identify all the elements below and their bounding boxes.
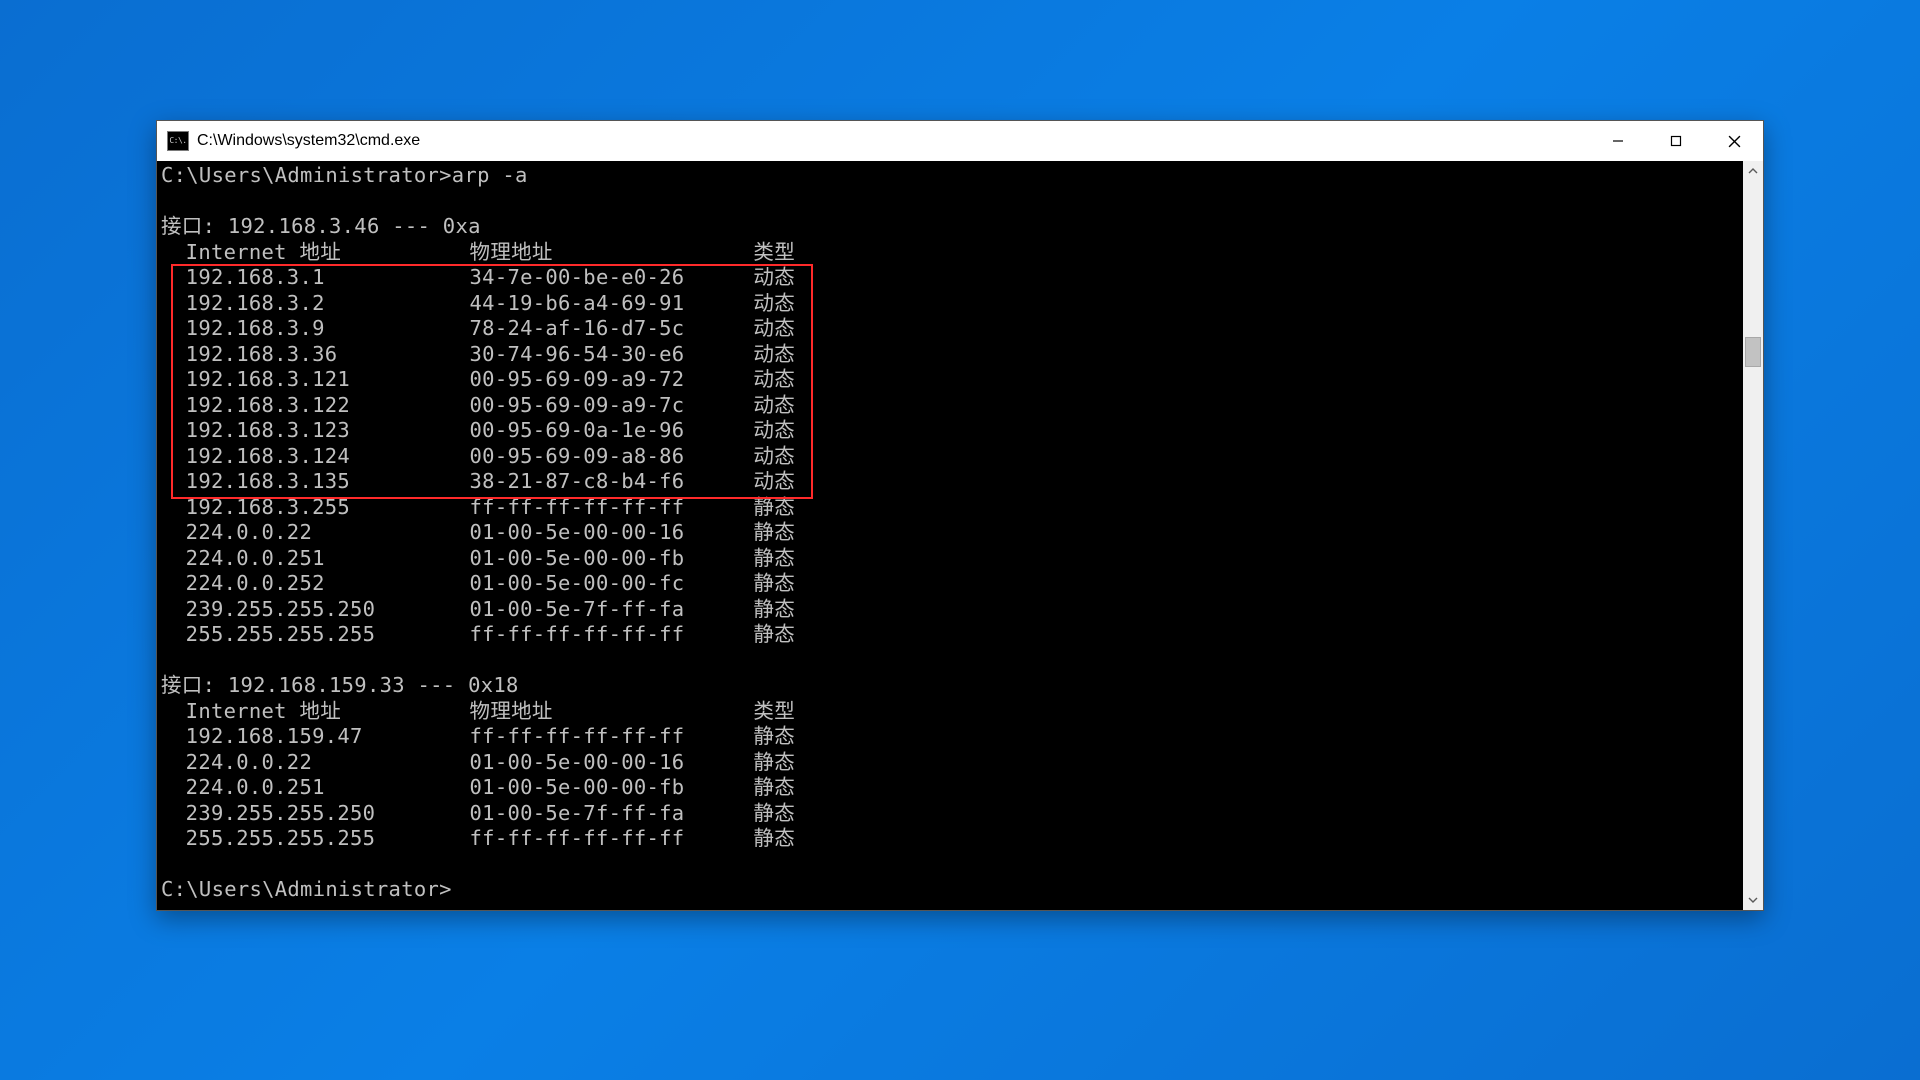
arp-mac: ff-ff-ff-ff-ff-ff (470, 495, 754, 521)
arp-mac: 00-95-69-09-a9-7c (470, 393, 754, 419)
arp-type: 动态 (753, 444, 795, 470)
close-button[interactable] (1705, 121, 1763, 161)
arp-mac: 00-95-69-09-a9-72 (470, 367, 754, 393)
arp-mac: 78-24-af-16-d7-5c (470, 316, 754, 342)
maximize-button[interactable] (1647, 121, 1705, 161)
arp-ip: 192.168.3.122 (186, 393, 470, 419)
cmd-icon-label: C:\. (169, 137, 186, 145)
arp-ip: 224.0.0.22 (186, 750, 470, 776)
window-title: C:\Windows\system32\cmd.exe (197, 132, 420, 150)
arp-type: 静态 (753, 826, 795, 852)
arp-mac: 00-95-69-0a-1e-96 (470, 418, 754, 444)
arp-type: 静态 (753, 546, 795, 572)
arp-type: 动态 (753, 265, 795, 291)
arp-type: 动态 (753, 342, 795, 368)
arp-mac: 01-00-5e-00-00-fc (470, 571, 754, 597)
arp-ip: 224.0.0.251 (186, 775, 470, 801)
arp-ip: 192.168.3.1 (186, 265, 470, 291)
scroll-thumb[interactable] (1745, 337, 1761, 367)
arp-ip: 192.168.3.2 (186, 291, 470, 317)
arp-mac: 01-00-5e-00-00-16 (470, 750, 754, 776)
scroll-up-button[interactable] (1743, 161, 1763, 181)
arp-ip: 239.255.255.250 (186, 597, 470, 623)
arp-ip: 224.0.0.251 (186, 546, 470, 572)
arp-type: 静态 (753, 622, 795, 648)
prompt: C:\Users\Administrator> (161, 877, 452, 901)
arp-mac: 00-95-69-09-a8-86 (470, 444, 754, 470)
arp-ip: 192.168.3.124 (186, 444, 470, 470)
minimize-icon (1612, 135, 1624, 147)
arp-mac: ff-ff-ff-ff-ff-ff (470, 724, 754, 750)
cmd-window: C:\. C:\Windows\system32\cmd.exe C:\User… (156, 120, 1764, 911)
arp-type: 静态 (753, 597, 795, 623)
arp-type: 动态 (753, 418, 795, 444)
scrollbar[interactable] (1743, 161, 1763, 910)
command-text: arp -a (452, 163, 528, 187)
arp-type: 静态 (753, 571, 795, 597)
arp-type: 动态 (753, 469, 795, 495)
minimize-button[interactable] (1589, 121, 1647, 161)
column-header-type: 类型 (753, 240, 795, 266)
interface-header: 接口: 192.168.159.33 --- 0x18 (161, 673, 519, 697)
arp-type: 静态 (753, 775, 795, 801)
arp-mac: 01-00-5e-00-00-fb (470, 775, 754, 801)
arp-ip: 255.255.255.255 (186, 826, 470, 852)
column-header-mac: 物理地址 (470, 699, 754, 725)
arp-ip: 192.168.159.47 (186, 724, 470, 750)
arp-ip: 192.168.3.121 (186, 367, 470, 393)
chevron-down-icon (1748, 895, 1758, 905)
arp-type: 动态 (753, 367, 795, 393)
column-header-mac: 物理地址 (470, 240, 754, 266)
arp-mac: 01-00-5e-7f-ff-fa (470, 597, 754, 623)
arp-mac: 01-00-5e-00-00-16 (470, 520, 754, 546)
arp-type: 静态 (753, 801, 795, 827)
terminal-output[interactable]: C:\Users\Administrator>arp -a 接口: 192.16… (157, 161, 1743, 910)
arp-ip: 255.255.255.255 (186, 622, 470, 648)
arp-type: 静态 (753, 750, 795, 776)
maximize-icon (1670, 135, 1682, 147)
arp-mac: 44-19-b6-a4-69-91 (470, 291, 754, 317)
arp-ip: 192.168.3.135 (186, 469, 470, 495)
arp-type: 静态 (753, 495, 795, 521)
arp-mac: 01-00-5e-00-00-fb (470, 546, 754, 572)
arp-mac: 34-7e-00-be-e0-26 (470, 265, 754, 291)
prompt: C:\Users\Administrator> (161, 163, 452, 187)
arp-ip: 192.168.3.123 (186, 418, 470, 444)
arp-ip: 192.168.3.255 (186, 495, 470, 521)
window-controls (1589, 121, 1763, 161)
arp-type: 静态 (753, 520, 795, 546)
arp-mac: ff-ff-ff-ff-ff-ff (470, 826, 754, 852)
arp-ip: 192.168.3.9 (186, 316, 470, 342)
arp-type: 静态 (753, 724, 795, 750)
scroll-track[interactable] (1743, 181, 1763, 890)
column-header-ip: Internet 地址 (186, 240, 470, 266)
chevron-up-icon (1748, 166, 1758, 176)
arp-ip: 224.0.0.22 (186, 520, 470, 546)
interface-header: 接口: 192.168.3.46 --- 0xa (161, 214, 481, 238)
terminal-area: C:\Users\Administrator>arp -a 接口: 192.16… (157, 161, 1763, 910)
arp-type: 动态 (753, 291, 795, 317)
titlebar[interactable]: C:\. C:\Windows\system32\cmd.exe (157, 121, 1763, 161)
cmd-icon: C:\. (167, 131, 189, 151)
arp-mac: 38-21-87-c8-b4-f6 (470, 469, 754, 495)
arp-mac: ff-ff-ff-ff-ff-ff (470, 622, 754, 648)
close-icon (1728, 135, 1741, 148)
scroll-down-button[interactable] (1743, 890, 1763, 910)
arp-type: 动态 (753, 393, 795, 419)
arp-type: 动态 (753, 316, 795, 342)
arp-ip: 239.255.255.250 (186, 801, 470, 827)
arp-mac: 30-74-96-54-30-e6 (470, 342, 754, 368)
arp-ip: 224.0.0.252 (186, 571, 470, 597)
arp-ip: 192.168.3.36 (186, 342, 470, 368)
arp-mac: 01-00-5e-7f-ff-fa (470, 801, 754, 827)
column-header-ip: Internet 地址 (186, 699, 470, 725)
column-header-type: 类型 (753, 699, 795, 725)
